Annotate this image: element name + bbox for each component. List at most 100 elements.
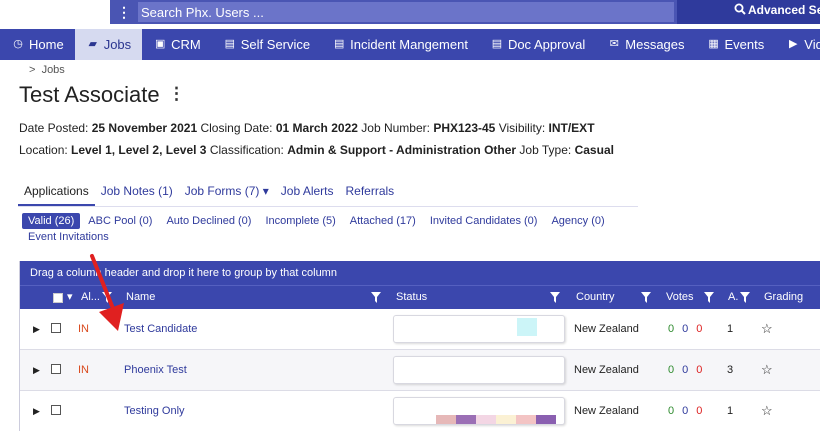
select-all-checkbox[interactable]: [53, 293, 63, 303]
applications-grid: Drag a column header and drop it here to…: [19, 261, 820, 431]
date-posted-label: Date Posted:: [19, 121, 89, 135]
breadcrumb-separator: >: [29, 64, 36, 76]
candidate-name-link[interactable]: Test Candidate: [124, 309, 197, 349]
nav-item-messages[interactable]: ✉ Messages: [596, 29, 695, 60]
envelope-icon: ✉: [609, 38, 619, 50]
nav-item-home[interactable]: ◷ Home: [0, 29, 75, 60]
nav-item-label: Incident Mangement: [350, 37, 468, 52]
advanced-search-link[interactable]: Advanced Search: [677, 0, 820, 24]
tab-job-notes-1[interactable]: Job Notes (1): [95, 182, 179, 206]
nav-item-events[interactable]: ▦ Events: [696, 29, 776, 60]
tab-applications[interactable]: Applications: [18, 182, 95, 206]
grid-body: ▶ IN Test Candidate New Zealand 0 0 0 1 ☆ ▶ IN Phoe…: [20, 309, 820, 431]
header-a[interactable]: A.: [728, 286, 738, 309]
status-indicator[interactable]: [393, 356, 565, 384]
country-value: New Zealand: [574, 323, 639, 335]
header-country[interactable]: Country: [576, 286, 615, 309]
candidate-name-link[interactable]: Testing Only: [124, 391, 185, 431]
expand-row-icon[interactable]: ▶: [33, 309, 40, 349]
filter-agency-0[interactable]: Agency (0): [545, 213, 610, 229]
filter-icon[interactable]: [704, 292, 714, 303]
group-drop-zone[interactable]: Drag a column header and drop it here to…: [20, 261, 820, 285]
row-checkbox[interactable]: [51, 364, 61, 374]
filter-event-invitations[interactable]: Event Invitations: [22, 229, 115, 245]
table-row[interactable]: ▶ IN Phoenix Test New Zealand 0 0 0 3 ☆: [20, 350, 820, 391]
job-meta-line-1: Date Posted: 25 November 2021 Closing Da…: [19, 121, 595, 135]
filter-valid-26[interactable]: Valid (26): [22, 213, 81, 229]
nav-item-jobs[interactable]: ▰ Jobs: [74, 29, 143, 60]
filter-auto-declined-0[interactable]: Auto Declined (0): [160, 213, 257, 229]
closing-date-value: 01 March 2022: [275, 121, 358, 135]
nav-item-incident-mangement[interactable]: ▤ Incident Mangement: [321, 29, 479, 60]
header-status[interactable]: Status: [396, 286, 427, 309]
nav-item-label: Video: [804, 37, 820, 52]
vote-count: 0: [668, 405, 675, 417]
filter-icon[interactable]: [102, 292, 112, 303]
tab-job-alerts[interactable]: Job Alerts: [275, 182, 340, 206]
filter-abc-pool-0[interactable]: ABC Pool (0): [82, 213, 158, 229]
status-swatch: [536, 415, 556, 424]
tab-referrals[interactable]: Referrals: [340, 182, 401, 206]
search-menu-icon[interactable]: ⋮: [110, 0, 138, 24]
a-count: 3: [727, 364, 734, 376]
nav-item-label: Events: [724, 37, 765, 52]
video-icon: ▶: [789, 38, 798, 50]
row-checkbox[interactable]: [51, 323, 61, 333]
nav-item-label: CRM: [171, 37, 201, 52]
select-menu-icon[interactable]: ▾: [67, 286, 73, 309]
tab-job-forms-7[interactable]: Job Forms (7) ▾: [179, 182, 275, 206]
header-votes[interactable]: Votes: [666, 286, 694, 309]
table-row[interactable]: ▶ Testing Only New Zealand 0 0 0 1 ☆: [20, 391, 820, 431]
nav-item-crm[interactable]: ▣ CRM: [142, 29, 212, 60]
star-icon[interactable]: ☆: [761, 391, 773, 431]
visibility-value: INT/EXT: [548, 121, 595, 135]
filter-invited-candidates-0[interactable]: Invited Candidates (0): [424, 213, 544, 229]
nav-item-self-service[interactable]: ▤ Self Service: [212, 29, 321, 60]
filter-incomplete-5[interactable]: Incomplete (5): [259, 213, 341, 229]
vote-count: 0: [696, 323, 703, 335]
nav-item-label: Messages: [625, 37, 685, 52]
filter-icon[interactable]: [641, 292, 651, 303]
status-swatch: [456, 415, 476, 424]
filter-icon[interactable]: [550, 292, 560, 303]
job-type-value: Casual: [574, 143, 614, 157]
search-input[interactable]: [138, 2, 674, 22]
visibility-label: Visibility:: [498, 121, 546, 135]
location-label: Location:: [19, 143, 68, 157]
job-actions-menu-icon[interactable]: ⋮: [168, 84, 185, 104]
search-bar: ⋮: [110, 0, 677, 24]
nav-item-video[interactable]: ▶ Video: [775, 29, 820, 60]
top-bar: ⋮ Advanced Search: [0, 0, 820, 29]
header-alert[interactable]: Al...: [81, 286, 100, 309]
table-row[interactable]: ▶ IN Test Candidate New Zealand 0 0 0 1 ☆: [20, 309, 820, 350]
status-swatch: [496, 415, 516, 424]
breadcrumb-jobs[interactable]: Jobs: [42, 64, 65, 76]
location-value: Level 1, Level 2, Level 3: [71, 143, 207, 157]
expand-row-icon[interactable]: ▶: [33, 391, 40, 431]
closing-date-label: Closing Date:: [200, 121, 273, 135]
row-checkbox[interactable]: [51, 405, 61, 415]
search-icon: [734, 3, 746, 15]
star-icon[interactable]: ☆: [761, 309, 773, 349]
star-icon[interactable]: ☆: [761, 350, 773, 390]
job-meta-line-2: Location: Level 1, Level 2, Level 3 Clas…: [19, 143, 614, 157]
filter-attached-17[interactable]: Attached (17): [344, 213, 422, 229]
vote-count: 0: [696, 405, 703, 417]
nav-item-doc-approval[interactable]: ▤ Doc Approval: [479, 29, 596, 60]
expand-row-icon[interactable]: ▶: [33, 350, 40, 390]
alert-badge: IN: [78, 323, 89, 335]
header-grading[interactable]: Grading: [764, 286, 803, 309]
nav-item-label: Doc Approval: [507, 37, 586, 52]
filter-icon[interactable]: [371, 292, 381, 303]
header-name[interactable]: Name: [126, 286, 155, 309]
status-indicator[interactable]: [393, 397, 565, 425]
document-icon: ▤: [491, 38, 503, 50]
job-number-label: Job Number:: [361, 121, 430, 135]
job-number-value: PHX123-45: [433, 121, 496, 135]
votes-value: 000: [668, 350, 710, 390]
alert-badge: IN: [78, 364, 89, 376]
votes-value: 000: [668, 309, 710, 349]
status-indicator[interactable]: [393, 315, 565, 343]
candidate-name-link[interactable]: Phoenix Test: [124, 350, 187, 390]
filter-icon[interactable]: [740, 292, 750, 303]
